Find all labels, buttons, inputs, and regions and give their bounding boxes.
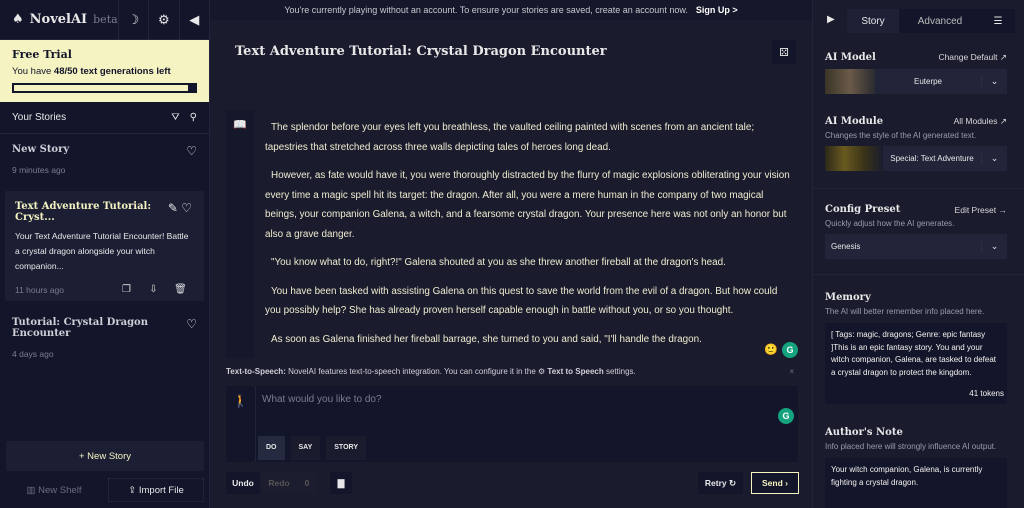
chevron-down-icon: ⌄ [981, 153, 1007, 164]
mode-say-button[interactable]: SAY [290, 436, 321, 460]
download-icon[interactable]: ⇩ [140, 284, 167, 295]
gear-icon: ⚙ [538, 367, 548, 376]
trash-icon[interactable]: 🗑 [167, 284, 194, 295]
search-icon[interactable]: ⚲ [190, 112, 197, 123]
story-item-selected[interactable]: Text Adventure Tutorial: Cryst... ✎ ♡ Yo… [5, 191, 204, 301]
filter-icon[interactable]: ⛛ [171, 112, 179, 123]
all-modules-link[interactable]: All Modules ↗ [954, 116, 1007, 127]
chevron-down-icon: ⌄ [981, 241, 1007, 252]
import-icon: ⇪ [128, 484, 139, 496]
heart-icon[interactable]: ✎ ♡ [168, 201, 192, 215]
tab-story[interactable]: Story [847, 9, 899, 33]
history-icon[interactable]: ▇ [330, 472, 352, 494]
authors-note-textarea[interactable]: Your witch companion, Galena, is current… [825, 458, 1007, 508]
theme-button[interactable]: ☽ [117, 0, 148, 40]
close-icon[interactable]: × [789, 367, 794, 376]
undo-button[interactable]: Undo [226, 472, 260, 494]
story-paragraph: The splendor before your eyes left you b… [265, 122, 755, 153]
tts-notice: Text-to-Speech: NovelAI features text-to… [226, 367, 794, 376]
left-sidebar: ♠ NovelAI beta ☽ ⚙ ◀ Free Trial You have 4… [0, 0, 210, 508]
walking-person-icon[interactable]: 🚶 [226, 386, 256, 462]
story-paragraph: As soon as Galena finished her fireball … [271, 333, 702, 345]
account-banner: You're currently playing without an acco… [210, 0, 812, 20]
story-editor[interactable]: 📖 The splendor before your eyes left you… [226, 110, 798, 358]
ai-module-section: AI Module All Modules ↗ Changes the style… [825, 116, 1007, 171]
mode-story-button[interactable]: STORY [326, 436, 366, 460]
tab-advanced[interactable]: Advanced [899, 9, 981, 33]
story-item[interactable]: Tutorial: Crystal Dragon Encounter 4 days… [0, 307, 209, 369]
story-paragraph: "You know what to do, right?!" Galena sh… [271, 257, 726, 268]
memory-textarea[interactable]: [ Tags: magic, dragons; Genre: epic fant… [825, 323, 1007, 404]
ai-module-select[interactable]: Special: Text Adventure ⌄ [825, 146, 1007, 171]
plus-icon: + [78, 450, 88, 462]
settings-gear-icon[interactable]: ⚙ [148, 0, 178, 40]
heart-icon[interactable]: ♡ [186, 144, 197, 158]
config-preset-select[interactable]: Genesis ⌄ [825, 234, 1007, 259]
emoji-icon[interactable]: 🙂 [764, 343, 778, 356]
sidebar-header: ♠ NovelAI beta ☽ ⚙ ◀ [0, 0, 209, 40]
duplicate-icon[interactable]: ❐ [113, 284, 140, 295]
story-paragraph: However, as fate would have it, you were… [265, 170, 790, 240]
import-file-button[interactable]: ⇪ Import File [108, 478, 204, 502]
authors-note-section: Author's Note Info placed here will stro… [825, 427, 1007, 508]
grammarly-icon[interactable]: G [778, 408, 794, 424]
chevron-down-icon: ⌄ [981, 76, 1007, 87]
right-sidebar: ▶ Story Advanced ☰ AI Model Change Defaul… [812, 0, 1024, 508]
your-stories-header: Your Stories ⛛ ⚲ [0, 102, 209, 134]
grammarly-icon[interactable]: G [782, 342, 798, 358]
action-input-area: 🚶 What would you like to do? G DO SAY ST… [226, 386, 798, 462]
book-icon[interactable]: 📖 [226, 110, 254, 358]
retry-button[interactable]: Retry ↻ [698, 472, 743, 494]
dice-icon[interactable]: ⚄ [772, 40, 796, 64]
memory-section: Memory The AI will better remember info … [825, 292, 1007, 404]
logo: ♠ NovelAI beta [12, 12, 118, 27]
ai-model-section: AI Model Change Default ↗ Euterpe ⌄ [825, 52, 1007, 94]
free-trial-panel: Free Trial You have 48/50 text generatio… [0, 40, 209, 102]
mode-do-button[interactable]: DO [258, 436, 285, 460]
trial-progress-bar [12, 83, 197, 93]
sign-up-link[interactable]: Sign Up > [696, 5, 738, 15]
ai-model-select[interactable]: Euterpe ⌄ [825, 69, 1007, 94]
collapse-right-icon[interactable]: ▶ [827, 14, 835, 25]
collapse-sidebar-button[interactable]: ◀ [178, 0, 209, 40]
send-button[interactable]: Send › [751, 472, 799, 494]
quill-icon: ♠ [12, 12, 24, 27]
story-item[interactable]: New Story 9 minutes ago ♡ [0, 134, 209, 185]
redo-count: 0 [297, 472, 317, 494]
change-default-link[interactable]: Change Default ↗ [938, 52, 1007, 63]
heart-icon[interactable]: ♡ [186, 317, 197, 331]
new-shelf-button[interactable]: ▥ New Shelf [6, 478, 102, 502]
settings-tabs: Story Advanced ☰ [847, 9, 1015, 33]
shelf-icon: ▥ [26, 484, 39, 496]
redo-button[interactable]: Redo [263, 472, 295, 494]
memory-token-count: 41 tokens [969, 388, 1004, 398]
edit-preset-link[interactable]: Edit Preset → [955, 205, 1007, 215]
page-title: Text Adventure Tutorial: Crystal Dragon … [235, 44, 607, 59]
story-paragraph: You have been tasked with assisting Gale… [265, 285, 778, 317]
config-preset-section: Config Preset Edit Preset → Quickly adjus… [825, 204, 1007, 259]
action-input[interactable]: What would you like to do? [262, 394, 382, 405]
sliders-icon[interactable]: ☰ [981, 9, 1015, 33]
new-story-button[interactable]: + New Story [6, 441, 204, 471]
